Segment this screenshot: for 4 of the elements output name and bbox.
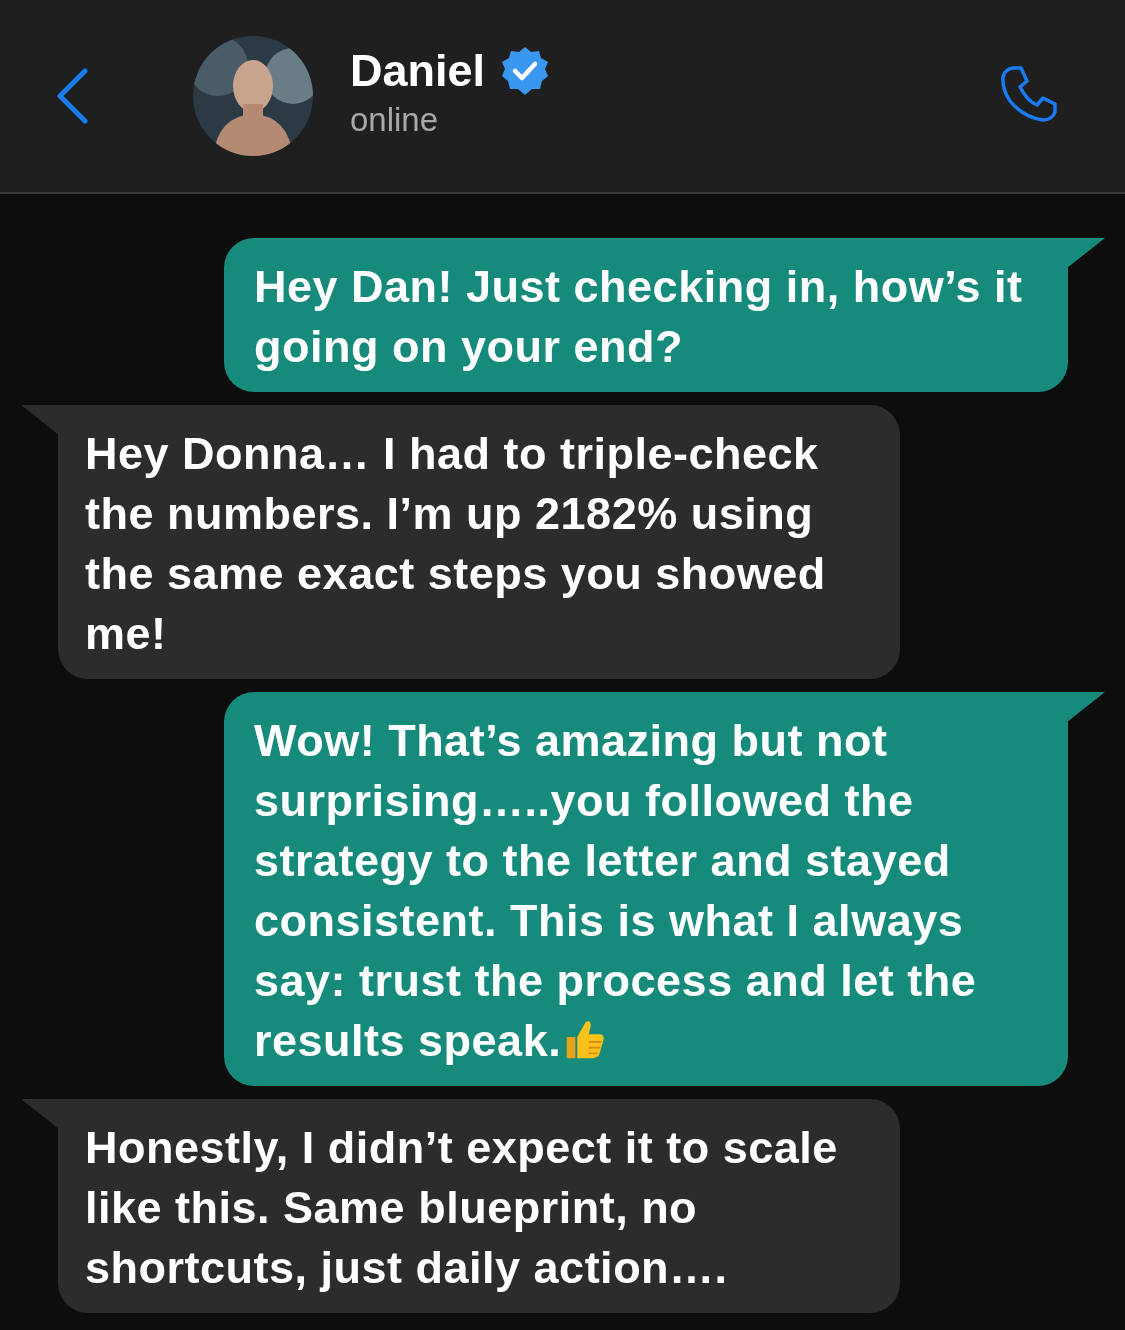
contact-name: Daniel — [350, 45, 486, 97]
phone-icon[interactable] — [999, 65, 1059, 123]
contact-status: online — [350, 101, 440, 139]
back-icon[interactable] — [55, 68, 89, 124]
